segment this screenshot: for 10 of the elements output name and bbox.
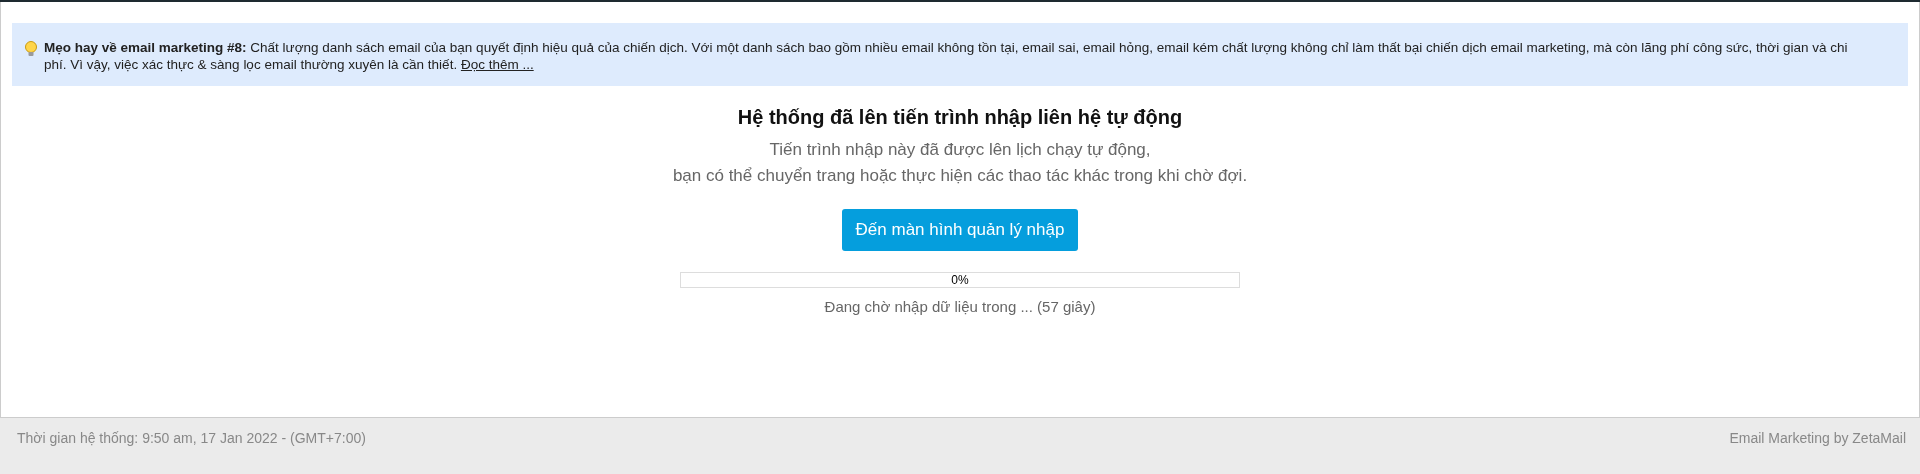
read-more-link[interactable]: Đọc thêm ... xyxy=(460,57,534,72)
system-time: Thời gian hệ thống: 9:50 am, 17 Jan 2022 - (GMT+7:00) xyxy=(17,430,366,446)
heading: Hệ thống đã lên tiến trình nhập liên hệ tự động xyxy=(737,106,1183,129)
status-text: Đang chờ nhập dữ liệu trong ... (57 giây) xyxy=(824,298,1096,315)
footer-credit: Email Marketing by ZetaMail xyxy=(1729,430,1906,446)
description-line: bạn có thể chuyển trang hoặc thực hiện các thao tác khác trong khi chờ đợi. xyxy=(672,165,1248,187)
progress-label: 0% xyxy=(951,273,969,287)
description-line: Tiến trình nhập này đã được lên lịch chạy tự động, xyxy=(769,139,1151,161)
lightbulb-icon xyxy=(24,41,38,57)
tip-text: Mẹo hay về email marketing #8: Chất lượng danh sách email của bạn quyết định hiệu quả của chiến dịch. Với một danh sách bao gồm nhiều email không tồn tại, email sai, email hỏng, email kém chất lượng không chỉ làm thất bại chiến dịch email marketing, mà còn lãng phí công sức, thời gian và chi phí. Vì vậy, việc xác thực & sàng lọc email thường xuyên là cần thiết. Đọc thêm ... xyxy=(44,39,1849,73)
